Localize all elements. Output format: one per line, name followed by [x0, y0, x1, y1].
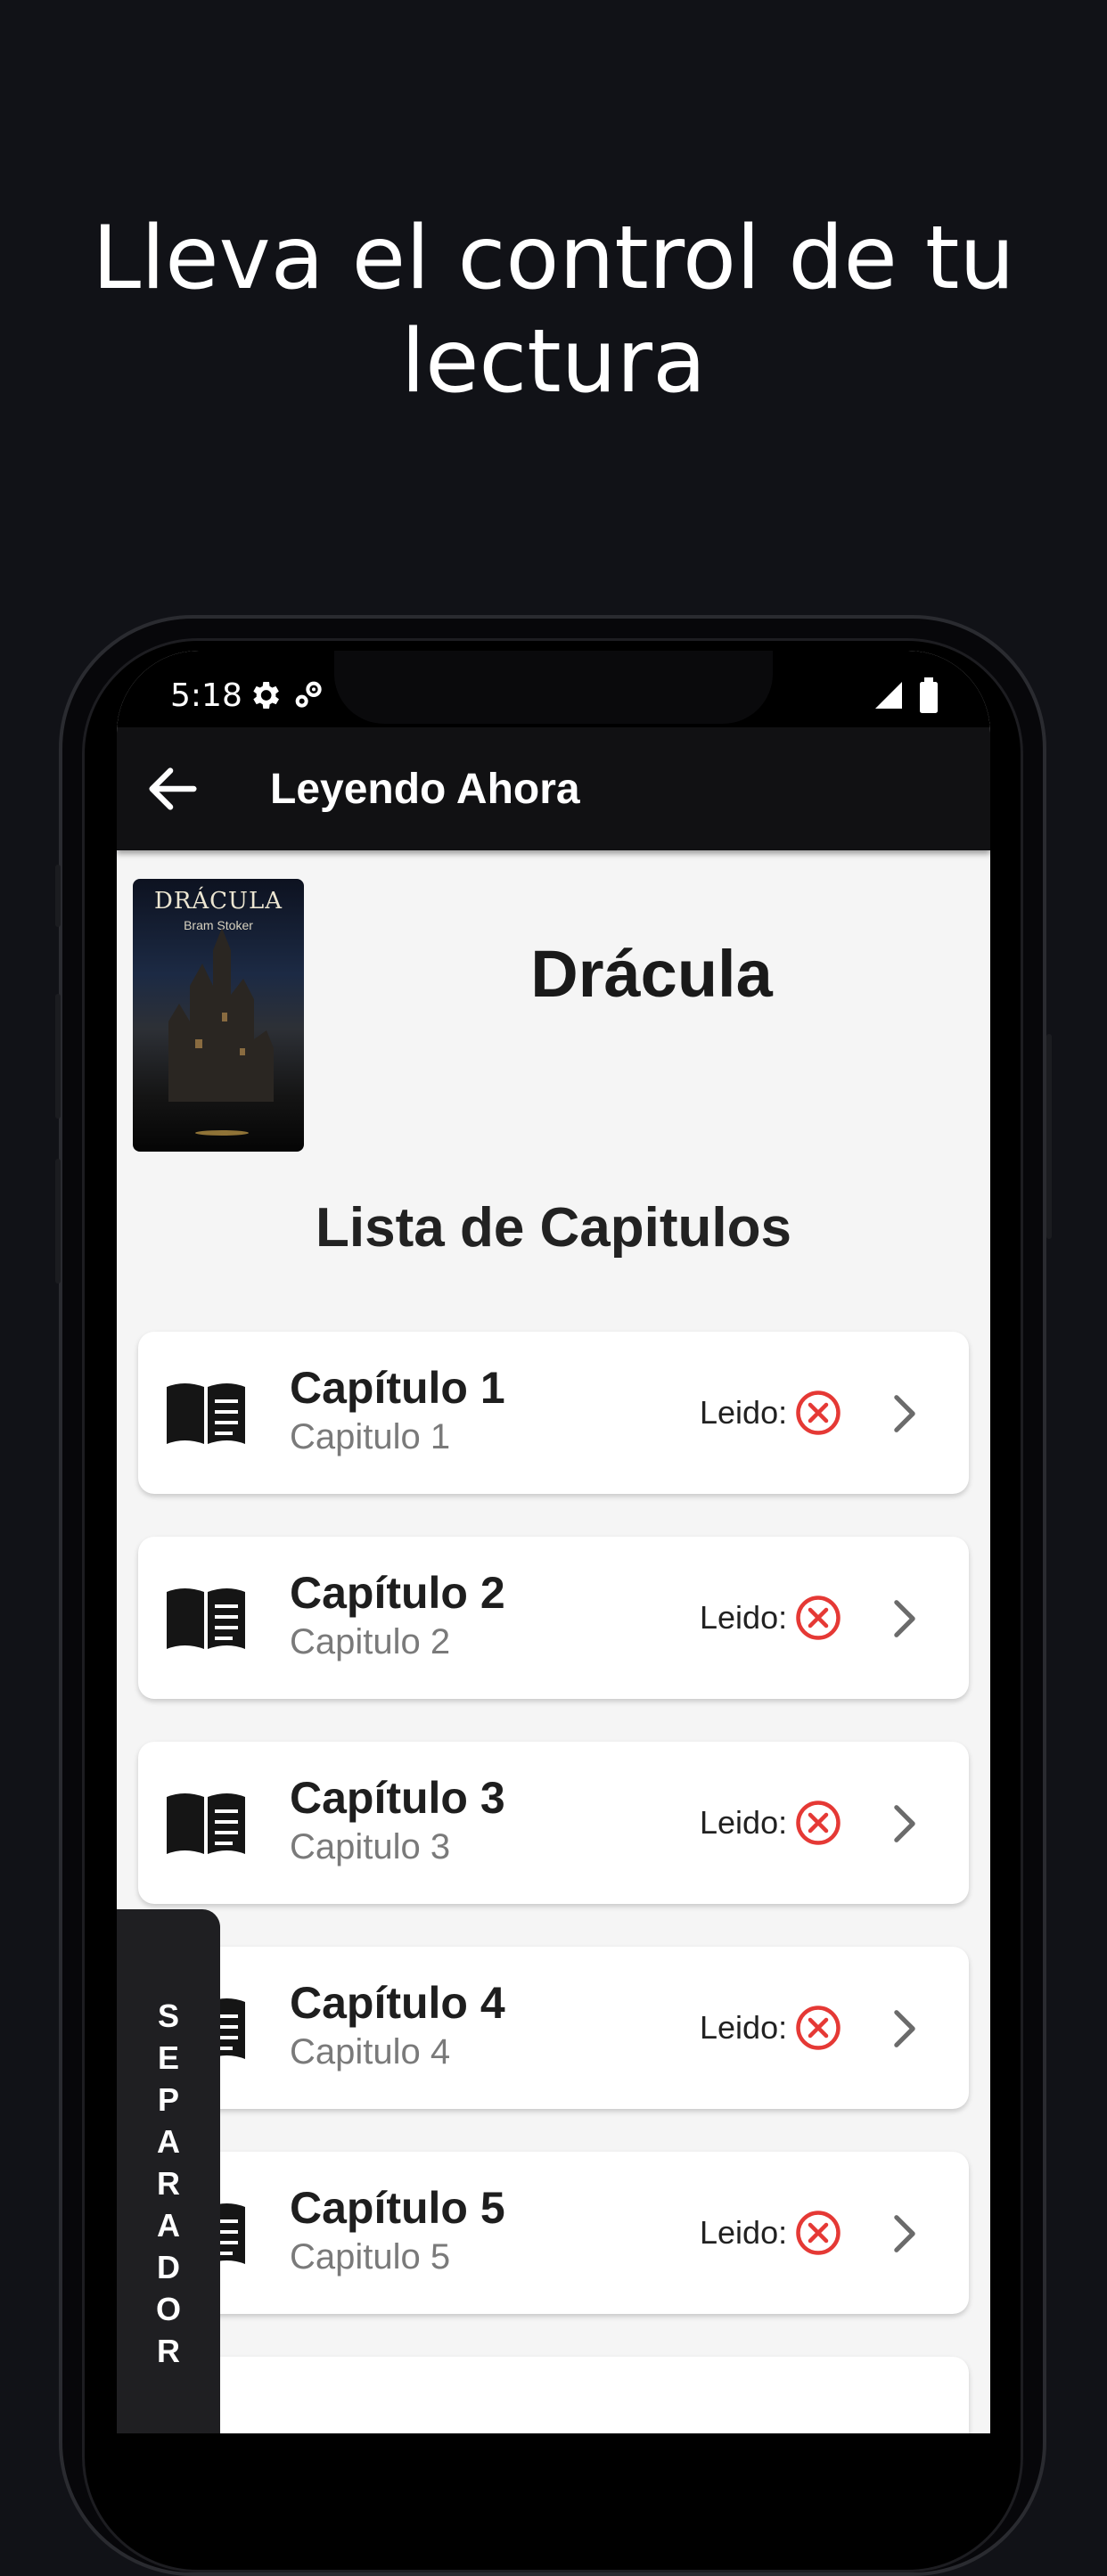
chapter-title: Capítulo 3: [290, 1773, 505, 1823]
phone-side-button: [55, 865, 61, 927]
bookmark-separator-tab[interactable]: S E P A R A D O R: [117, 1909, 220, 2433]
status-bar: 5:18: [117, 651, 990, 727]
unread-x-circle-icon: [796, 2211, 840, 2255]
camera-notch: [334, 651, 773, 724]
phone-power-button: [1046, 1034, 1052, 1239]
unread-x-circle-icon: [796, 1801, 840, 1845]
unread-x-circle-icon: [796, 1596, 840, 1640]
chevron-right-icon: [894, 2010, 915, 2047]
read-label: Leido:: [700, 1804, 788, 1841]
chevron-right-icon: [894, 1395, 915, 1432]
chapter-card-5[interactable]: Capítulo 5 Capitulo 5 Leido:: [138, 2152, 969, 2314]
chapter-card-4[interactable]: Capítulo 4 Capitulo 4 Leido:: [138, 1947, 969, 2109]
separator-label: S E P A R A D O R: [155, 1998, 181, 2369]
unread-x-circle-icon: [796, 1391, 840, 1435]
chapter-subtitle: Capitulo 5: [290, 2237, 451, 2277]
chevron-right-icon: [894, 1805, 915, 1842]
gear-icon: [253, 682, 279, 709]
chevron-right-icon: [894, 2215, 915, 2252]
promo-headline: Lleva el control de tu lectura: [0, 207, 1107, 414]
book-cover[interactable]: DRÁCULA Bram Stoker: [133, 879, 304, 1152]
book-title: Drácula: [530, 937, 773, 1011]
castle-illustration: [168, 928, 274, 1136]
phone-volume-up: [55, 994, 61, 1119]
chapter-subtitle: Capitulo 3: [290, 1827, 451, 1866]
status-time: 5:18: [170, 677, 242, 714]
chapter-list-title: Lista de Capitulos: [316, 1197, 791, 1259]
read-label: Leido:: [700, 2009, 788, 2046]
app-bar: Leyendo Ahora: [117, 727, 990, 850]
chapter-title: Capítulo 2: [290, 1568, 505, 1618]
headline-line-1: Lleva el control de tu: [92, 208, 1015, 309]
read-label: Leido:: [700, 1394, 788, 1431]
chapter-card-6-partial[interactable]: [138, 2357, 969, 2433]
battery-icon: [920, 677, 938, 713]
back-arrow-icon[interactable]: [142, 758, 204, 820]
signal-icon: [875, 682, 902, 709]
chapter-title: Capítulo 4: [290, 1978, 505, 2028]
chevron-right-icon: [894, 1600, 915, 1637]
phone-volume-down: [55, 1159, 61, 1284]
chapter-subtitle: Capitulo 1: [290, 1417, 451, 1456]
app-bar-title: Leyendo Ahora: [270, 766, 580, 813]
chapter-card-2[interactable]: Capítulo 2 Capitulo 2 Leido:: [138, 1537, 969, 1699]
book-open-icon: [167, 1793, 245, 1854]
chapter-title: Capítulo 5: [290, 2183, 505, 2233]
read-label: Leido:: [700, 2214, 788, 2251]
phone-screen: 5:18 Leyendo Ahora DRÁCULA Bram Stoker D…: [117, 651, 990, 2433]
chapter-card-1[interactable]: Capítulo 1 Capitulo 1 Leido:: [138, 1332, 969, 1494]
headline-line-2: lectura: [400, 311, 707, 413]
chapter-subtitle: Capitulo 2: [290, 1622, 451, 1661]
book-open-icon: [167, 1383, 245, 1444]
chapter-title: Capítulo 1: [290, 1363, 505, 1413]
unread-x-circle-icon: [796, 2006, 840, 2050]
settings-cog-icon: [295, 681, 322, 708]
chapter-card-3[interactable]: Capítulo 3 Capitulo 3 Leido:: [138, 1742, 969, 1904]
chapter-subtitle: Capitulo 4: [290, 2032, 451, 2071]
read-label: Leido:: [700, 1599, 788, 1636]
book-open-icon: [167, 1588, 245, 1649]
